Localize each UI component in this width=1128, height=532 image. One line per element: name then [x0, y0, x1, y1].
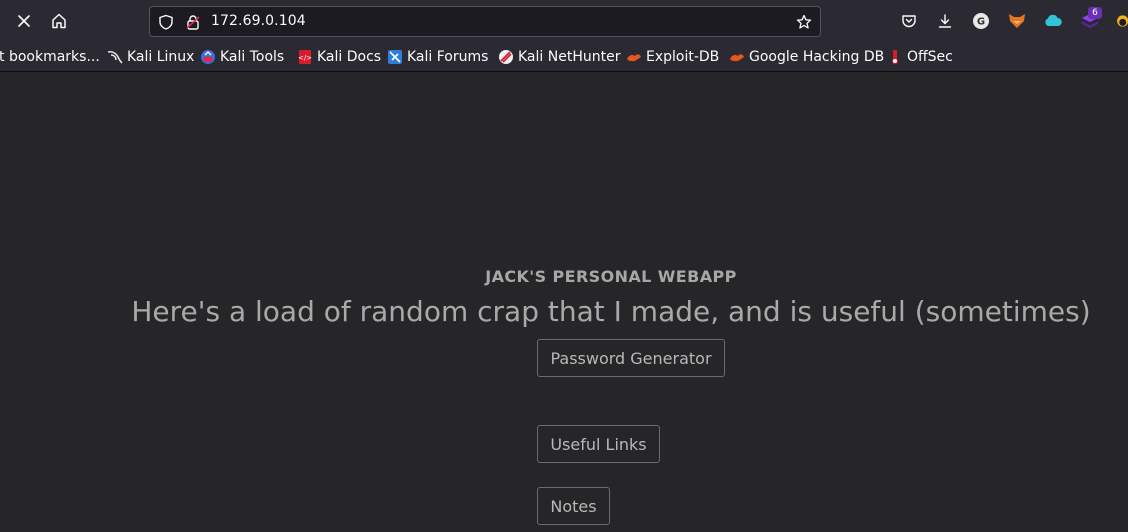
kali-docs-icon: </>: [298, 50, 312, 64]
offsec-icon: [892, 50, 898, 65]
bookmark-import[interactable]: t bookmarks...: [0, 47, 100, 67]
kali-forums-icon: [388, 50, 402, 64]
fox-extension-icon: [1009, 14, 1025, 28]
bookmark-kali-linux[interactable]: Kali Linux: [107, 47, 194, 67]
password-generator-button[interactable]: Password Generator: [537, 339, 725, 377]
home-button[interactable]: [43, 5, 75, 37]
bookmark-label: OffSec: [907, 49, 953, 65]
bookmark-label: Kali Docs: [317, 49, 382, 65]
bookmark-star-icon[interactable]: [796, 14, 812, 30]
foxyproxy-button[interactable]: [1007, 11, 1027, 31]
kali-tools-icon: [201, 50, 215, 64]
g-extension-icon: G: [973, 13, 989, 29]
url-bar[interactable]: 172.69.0.104: [149, 6, 821, 37]
bookmark-offsec[interactable]: OffSec: [887, 47, 953, 67]
close-icon: [18, 15, 30, 27]
bookmark-exploit-db[interactable]: Exploit-DB: [626, 47, 719, 67]
stop-button[interactable]: [8, 5, 40, 37]
home-icon: [52, 13, 66, 29]
extension-overflow-icon: [1117, 15, 1128, 27]
svg-text:</>: </>: [298, 54, 312, 62]
useful-links-button[interactable]: Useful Links: [537, 425, 660, 463]
pocket-button[interactable]: [899, 11, 919, 31]
bookmark-label: Kali Tools: [220, 49, 285, 65]
page-content: JACK'S PERSONAL WEBAPP Here's a load of …: [0, 73, 1128, 532]
page-title: JACK'S PERSONAL WEBAPP: [485, 267, 737, 286]
bookmark-label: Exploit-DB: [646, 49, 720, 65]
notes-button[interactable]: Notes: [537, 487, 610, 525]
extension-g-button[interactable]: G: [971, 11, 991, 31]
insecure-lock-icon[interactable]: [185, 14, 201, 30]
kali-dragon-icon: [107, 51, 123, 64]
cloud-extension-button[interactable]: [1043, 11, 1063, 31]
browser-toolbar: 172.69.0.104 G 6: [0, 0, 1128, 42]
page-subtitle: Here's a load of random crap that I made…: [131, 295, 1091, 328]
exploit-db-icon: [627, 54, 641, 62]
svg-text:G: G: [977, 17, 985, 28]
bookmark-kali-nethunter[interactable]: Kali NetHunter: [498, 47, 620, 67]
menu-extension-button[interactable]: [1115, 11, 1128, 31]
bookmark-label: Kali Linux: [127, 49, 195, 65]
kali-nethunter-icon: [499, 50, 513, 64]
downloads-button[interactable]: [935, 11, 955, 31]
cloud-icon: [1045, 14, 1062, 26]
bookmark-label: Kali NetHunter: [518, 49, 621, 65]
tracking-shield-icon[interactable]: [158, 14, 174, 30]
bookmarks-toolbar: t bookmarks... Kali Linux Kali Tools </>…: [0, 42, 1128, 72]
bookmark-label: Google Hacking DB: [749, 49, 885, 65]
bookmark-label: t bookmarks...: [0, 49, 100, 65]
bookmark-google-hacking-db[interactable]: Google Hacking DB: [729, 47, 884, 67]
pocket-icon: [902, 15, 916, 28]
ghdb-icon: [730, 54, 744, 62]
extension-badge: 6: [1088, 7, 1102, 19]
url-text[interactable]: 172.69.0.104: [211, 13, 306, 29]
bookmark-kali-docs[interactable]: </> Kali Docs: [297, 47, 381, 67]
bookmark-label: Kali Forums: [407, 49, 489, 65]
download-icon: [938, 14, 952, 28]
bookmark-kali-tools[interactable]: Kali Tools: [200, 47, 284, 67]
bookmark-kali-forums[interactable]: Kali Forums: [387, 47, 488, 67]
